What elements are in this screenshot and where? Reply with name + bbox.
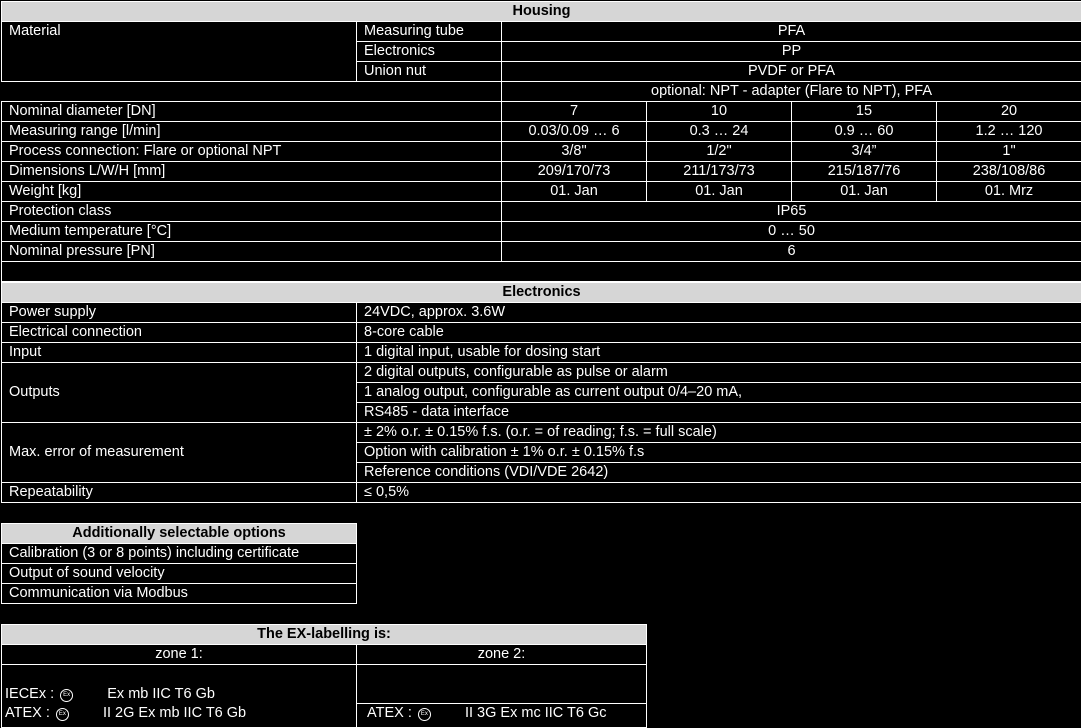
spec-label: Max. error of measurement xyxy=(2,423,357,483)
spec-value: 01. Jan xyxy=(647,182,792,202)
housing-table: Housing Material Measuring tube PFA Elec… xyxy=(1,1,1081,282)
spec-value: 01. Jan xyxy=(792,182,937,202)
spec-value: 1" xyxy=(937,142,1081,162)
ex-title: The EX-labelling is: xyxy=(2,625,647,645)
spec-value: 7 xyxy=(502,102,647,122)
atex-zone2-cell: ATEX : Ex II 3G Ex mc IIC T6 Gc xyxy=(357,704,647,728)
spec-value: 0.9 … 60 xyxy=(792,122,937,142)
option-item: Calibration (3 or 8 points) including ce… xyxy=(2,544,357,564)
ex-symbol-icon: Ex xyxy=(418,708,431,721)
spec-value: 1.2 … 120 xyxy=(937,122,1081,142)
spec-label: Power supply xyxy=(2,303,357,323)
atex1-prefix: ATEX : xyxy=(5,705,50,721)
spec-value: 0 … 50 xyxy=(502,222,1081,242)
spec-value: 20 xyxy=(937,102,1081,122)
zone1-label: zone 1: xyxy=(2,645,357,665)
spec-label: Medium temperature [°C] xyxy=(2,222,502,242)
spec-value: Option with calibration ± 1% o.r. ± 0.15… xyxy=(357,443,1081,463)
spec-value: 211/173/73 xyxy=(647,162,792,182)
material-value: PVDF or PFA xyxy=(502,62,1081,82)
atex1-value: II 2G Ex mb IIC T6 Gb xyxy=(103,705,246,721)
spec-value: 215/187/76 xyxy=(792,162,937,182)
options-table: Additionally selectable options Calibrat… xyxy=(1,523,357,604)
spec-label: Protection class xyxy=(2,202,502,222)
spec-value: 01. Jan xyxy=(502,182,647,202)
spec-value: 3/4” xyxy=(792,142,937,162)
spec-label: Measuring range [l/min] xyxy=(2,122,502,142)
material-part: Union nut xyxy=(357,62,502,82)
spec-value: 2 digital outputs, configurable as pulse… xyxy=(357,363,1081,383)
options-title: Additionally selectable options xyxy=(2,524,357,544)
spec-value: ≤ 0,5% xyxy=(357,483,1081,503)
spec-label: Dimensions L/W/H [mm] xyxy=(2,162,502,182)
spec-value: 3/8" xyxy=(502,142,647,162)
zone2-label: zone 2: xyxy=(357,645,647,665)
spec-value: 10 xyxy=(647,102,792,122)
iecex-cell: IECEx : Ex Ex mb IIC T6 Gb xyxy=(2,665,357,704)
material-value: PFA xyxy=(502,22,1081,42)
option-item: Communication via Modbus xyxy=(2,584,357,604)
atex-zone1-cell: ATEX : Ex II 2G Ex mb IIC T6 Gb xyxy=(2,704,357,728)
spec-value: 0.3 … 24 xyxy=(647,122,792,142)
spec-label: Process connection: Flare or optional NP… xyxy=(2,142,502,162)
housing-title: Housing xyxy=(2,2,1081,22)
spec-label: Outputs xyxy=(2,363,357,423)
spec-label: Repeatability xyxy=(2,483,357,503)
spec-value: RS485 - data interface xyxy=(357,403,1081,423)
electronics-table: Electronics Power supply 24VDC, approx. … xyxy=(1,282,1081,503)
optional-note: optional: NPT - adapter (Flare to NPT), … xyxy=(502,82,1081,102)
ex-symbol-icon: Ex xyxy=(56,708,69,721)
atex2-prefix: ATEX : xyxy=(367,705,412,721)
ex-labelling-table: The EX-labelling is: zone 1: zone 2: IEC… xyxy=(1,624,647,728)
spec-value: 1 analog output, configurable as current… xyxy=(357,383,1081,403)
spec-value: 1 digital input, usable for dosing start xyxy=(357,343,1081,363)
material-value: PP xyxy=(502,42,1081,62)
ex-symbol-icon: Ex xyxy=(60,689,73,702)
spec-value: 1/2" xyxy=(647,142,792,162)
material-part: Electronics xyxy=(357,42,502,62)
material-label: Material xyxy=(2,22,357,82)
iecex-prefix: IECEx : xyxy=(5,686,54,702)
spec-value: ± 2% o.r. ± 0.15% f.s. (o.r. = of readin… xyxy=(357,423,1081,443)
spec-value: IP65 xyxy=(502,202,1081,222)
spec-value: Reference conditions (VDI/VDE 2642) xyxy=(357,463,1081,483)
spec-value: 24VDC, approx. 3.6W xyxy=(357,303,1081,323)
spec-label: Nominal diameter [DN] xyxy=(2,102,502,122)
iecex-value: Ex mb IIC T6 Gb xyxy=(107,686,215,702)
spec-value: 0.03/0.09 … 6 xyxy=(502,122,647,142)
spec-label: Electrical connection xyxy=(2,323,357,343)
spec-value: 01. Mrz xyxy=(937,182,1081,202)
spec-label: Nominal pressure [PN] xyxy=(2,242,502,262)
spec-value: 238/108/86 xyxy=(937,162,1081,182)
option-item: Output of sound velocity xyxy=(2,564,357,584)
material-part: Measuring tube xyxy=(357,22,502,42)
electronics-title: Electronics xyxy=(2,283,1081,303)
spec-value: 6 xyxy=(502,242,1081,262)
spec-label: Input xyxy=(2,343,357,363)
spec-value: 8-core cable xyxy=(357,323,1081,343)
spec-value: 209/170/73 xyxy=(502,162,647,182)
atex2-value: II 3G Ex mc IIC T6 Gc xyxy=(465,705,607,721)
spec-label: Weight [kg] xyxy=(2,182,502,202)
spec-value: 15 xyxy=(792,102,937,122)
